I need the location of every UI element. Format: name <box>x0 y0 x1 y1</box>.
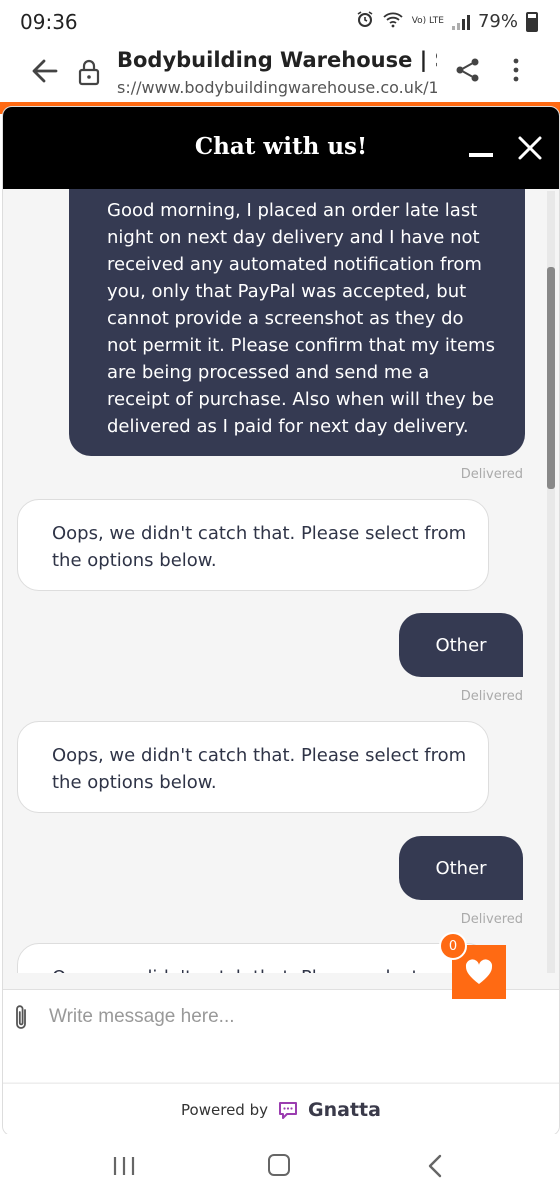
system-nav-bar <box>0 1134 560 1200</box>
share-icon[interactable] <box>454 56 482 84</box>
message-input[interactable] <box>47 998 531 1036</box>
recents-icon[interactable] <box>112 1156 136 1176</box>
message-text: Oops, we didn't catch that. Please selec… <box>52 964 472 973</box>
page-title[interactable]: Bodybuilding Warehouse | Spo... <box>117 48 437 72</box>
message-text: Oops, we didn't catch that. Please selec… <box>52 523 467 571</box>
alarm-icon <box>356 10 374 33</box>
heart-icon <box>465 959 493 984</box>
minimize-button[interactable] <box>469 153 493 157</box>
bot-message: Oops, we didn't catch that. Please selec… <box>17 721 489 813</box>
wifi-icon <box>382 10 404 33</box>
more-options-icon[interactable] <box>504 56 528 84</box>
message-text: Other <box>435 634 487 656</box>
status-time: 09:36 <box>20 10 78 34</box>
battery-icon <box>526 11 538 32</box>
scrollbar-thumb[interactable] <box>547 267 555 489</box>
powered-by-text: Powered by <box>181 1101 268 1119</box>
page-url[interactable]: s://www.bodybuildingwarehouse.co.uk/1 <box>117 78 437 97</box>
nav-back-icon[interactable] <box>426 1154 444 1178</box>
bot-message: Oops, we didn't catch that. Please selec… <box>17 499 489 591</box>
message-text: Good morning, I placed an order late las… <box>107 200 495 437</box>
lte-icon: Vo) LTE <box>411 16 444 26</box>
message-composer <box>3 989 559 1082</box>
signal-icon <box>451 14 470 30</box>
status-icons: Vo) LTE 79% <box>356 10 538 33</box>
delivery-status: Delivered <box>460 689 523 704</box>
wishlist-count-badge: 0 <box>439 932 467 960</box>
gnatta-logo-icon <box>279 1102 297 1119</box>
close-icon[interactable] <box>517 135 543 161</box>
user-message: Other <box>399 836 523 900</box>
status-bar: 09:36 Vo) LTE 79% <box>0 0 560 44</box>
lock-icon[interactable] <box>78 58 100 86</box>
message-text: Other <box>435 857 487 879</box>
message-text: Oops, we didn't catch that. Please selec… <box>52 745 467 793</box>
delivery-status: Delivered <box>460 912 523 927</box>
bot-message: Oops, we didn't catch that. Please selec… <box>17 943 489 973</box>
message-list[interactable]: Good morning, I placed an order late las… <box>3 189 559 973</box>
paperclip-icon[interactable] <box>13 1004 31 1032</box>
user-message: Other <box>399 613 523 677</box>
chat-header: Chat with us! <box>3 107 559 189</box>
browser-toolbar: Bodybuilding Warehouse | Spo... s://www.… <box>0 44 560 102</box>
back-arrow-icon[interactable] <box>28 54 62 88</box>
delivery-status: Delivered <box>460 467 523 482</box>
gnatta-brand[interactable]: Gnatta <box>308 1099 381 1121</box>
battery-percent: 79% <box>477 11 518 32</box>
user-message: Good morning, I placed an order late las… <box>69 189 525 456</box>
home-icon[interactable] <box>268 1154 290 1176</box>
powered-by-footer: Powered by Gnatta <box>3 1083 559 1135</box>
